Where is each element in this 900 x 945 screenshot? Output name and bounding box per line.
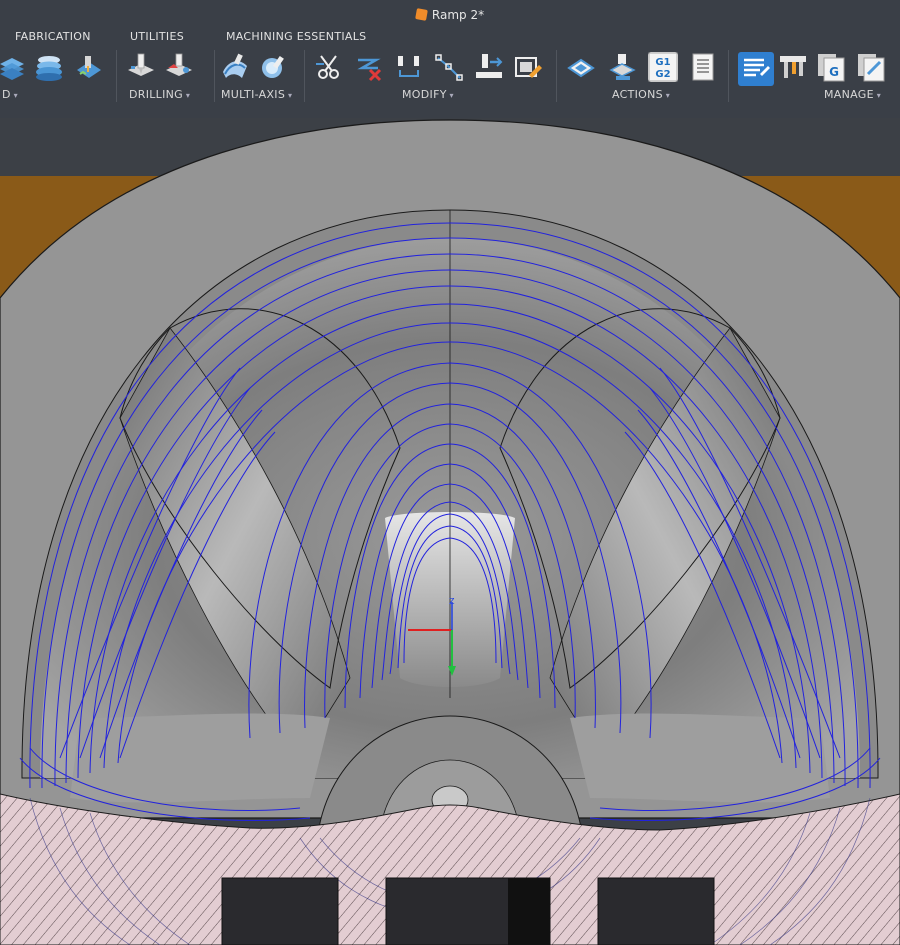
stacked-plates-icon[interactable] — [0, 52, 28, 82]
group-label-drilling[interactable]: DRILLING — [129, 88, 190, 101]
tool-library-icon[interactable] — [74, 52, 104, 82]
fixture-block-center-shadow — [508, 878, 550, 945]
nc-program-icon[interactable]: G1 G2 — [648, 52, 678, 82]
edit-stock-icon[interactable] — [514, 52, 544, 82]
group-manage: G MANAGE — [734, 50, 900, 106]
g2-label: G2 — [655, 69, 670, 80]
group-label-partial[interactable]: D — [2, 88, 18, 101]
post-process-icon[interactable] — [608, 52, 638, 82]
g1-label: G1 — [655, 57, 670, 68]
group-label-actions[interactable]: ACTIONS — [612, 88, 670, 101]
spoke-lower-right[interactable] — [570, 713, 830, 803]
group-label-multi-axis[interactable]: MULTI-AXIS — [221, 88, 292, 101]
group-partial-left: D — [0, 50, 110, 106]
edit-points-icon[interactable] — [434, 52, 464, 82]
swarf-icon[interactable] — [220, 52, 250, 82]
drill-icon[interactable] — [126, 52, 156, 82]
scissors-icon[interactable] — [314, 52, 344, 82]
group-separator — [116, 50, 117, 102]
setup-sheet-icon[interactable] — [688, 52, 718, 82]
tab-machining-essentials[interactable]: MACHINING ESSENTIALS — [226, 30, 366, 43]
group-actions: G1 G2 ACTIONS — [562, 50, 724, 106]
post-library-icon[interactable] — [856, 52, 886, 82]
move-toolpath-icon[interactable] — [474, 52, 504, 82]
cam-toolpath-canvas[interactable]: Z — [0, 118, 900, 945]
delete-toolpath-icon[interactable] — [354, 52, 384, 82]
group-separator — [214, 50, 215, 102]
group-separator — [728, 50, 729, 102]
graphics-viewport[interactable]: Z — [0, 118, 900, 945]
window-title-text: Ramp 2* — [431, 8, 485, 22]
tab-fabrication[interactable]: FABRICATION — [15, 30, 91, 43]
fixture-block-left[interactable] — [221, 877, 339, 945]
document-icon — [415, 8, 428, 21]
group-separator — [556, 50, 557, 102]
window-title: Ramp 2* — [0, 6, 900, 24]
tool-holder-icon[interactable] — [778, 52, 808, 82]
adaptive-stack-icon[interactable] — [34, 52, 64, 82]
z-axis-label: Z — [449, 597, 455, 606]
toolbar-ribbon: Ramp 2* FABRICATION UTILITIES MACHINING … — [0, 0, 900, 119]
group-label-modify[interactable]: MODIFY — [402, 88, 454, 101]
spoke-lower-left[interactable] — [70, 713, 330, 803]
group-modify: MODIFY — [310, 50, 550, 106]
setup-sheet-g-label: G — [829, 65, 839, 79]
group-separator — [304, 50, 305, 102]
group-drilling: DRILLING — [120, 50, 210, 106]
simulate-icon[interactable] — [566, 52, 596, 82]
tool-library-manage-icon[interactable] — [738, 52, 774, 86]
template-g-icon[interactable]: G — [816, 52, 846, 82]
hole-recognition-icon[interactable] — [164, 52, 194, 82]
fixture-block-right[interactable] — [597, 877, 715, 945]
tab-utilities[interactable]: UTILITIES — [130, 30, 184, 43]
tool-orientation-icon[interactable] — [394, 52, 424, 82]
multiaxis-contour-icon[interactable] — [258, 52, 288, 82]
group-multi-axis: MULTI-AXIS — [218, 50, 300, 106]
group-label-manage[interactable]: MANAGE — [824, 88, 881, 101]
